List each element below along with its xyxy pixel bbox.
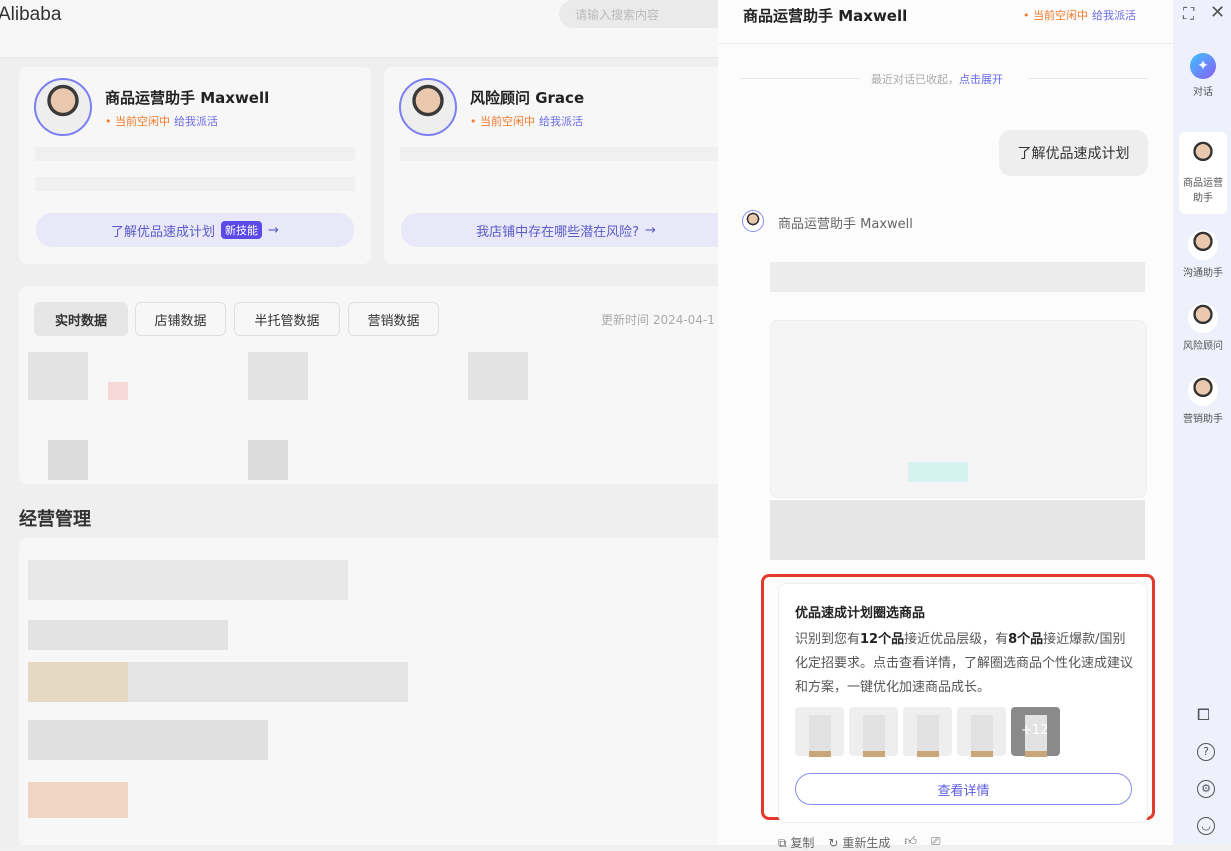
avatar bbox=[1188, 140, 1218, 170]
rail-agent-risk[interactable]: 风险顾问 bbox=[1179, 303, 1227, 352]
product-thumbnail[interactable] bbox=[957, 707, 1006, 757]
sparkle-icon: ✦ bbox=[1190, 53, 1216, 79]
card-body: 识别到您有12个品接近优品层级，有8个品接近爆款/国别化定招要求。点击查看详情，… bbox=[795, 632, 1134, 695]
copy-icon: ⧉ bbox=[778, 836, 787, 850]
rail-label: 风险顾问 bbox=[1183, 341, 1223, 352]
status-idle: • 当前空闲中 bbox=[470, 115, 535, 128]
chat-status: • 当前空闲中 给我派活 bbox=[1023, 7, 1136, 23]
rail-label: 对话 bbox=[1193, 87, 1213, 98]
bot-avatar bbox=[742, 210, 764, 232]
avatar bbox=[34, 78, 92, 136]
agent-status: • 当前空闲中 给我派活 bbox=[470, 113, 583, 129]
avatar bbox=[1188, 303, 1218, 333]
agent-name: 风险顾问 Grace bbox=[470, 89, 585, 107]
agent-card-grace: 风险顾问 Grace • 当前空闲中 给我派活 我店铺中存在哪些潜在风险? → bbox=[384, 67, 718, 264]
assign-link[interactable]: 给我派活 bbox=[539, 115, 583, 128]
product-thumbnail[interactable] bbox=[849, 707, 898, 757]
assign-link[interactable]: 给我派活 bbox=[1092, 9, 1136, 22]
rail-label: 营销助手 bbox=[1183, 414, 1223, 425]
chat-panel: 商品运营助手 Maxwell • 当前空闲中 给我派活 最近对话已收起，点击展开 … bbox=[718, 0, 1173, 850]
avatar bbox=[1188, 230, 1218, 260]
more-count: +12 bbox=[1021, 723, 1049, 738]
learn-plan-button[interactable]: 了解优品速成计划 新技能 → bbox=[36, 213, 354, 247]
bot-name: 商品运营助手 Maxwell bbox=[778, 217, 913, 232]
risk-question-button[interactable]: 我店铺中存在哪些潜在风险? → bbox=[401, 213, 718, 247]
view-details-button[interactable]: 查看详情 bbox=[795, 773, 1132, 805]
user-icon[interactable]: ◡ bbox=[1197, 817, 1215, 835]
rail-label: 商品运营助手 bbox=[1183, 178, 1223, 204]
agent-card-maxwell: 商品运营助手 Maxwell • 当前空闲中 给我派活 了解优品速成计划 新技能 → bbox=[19, 67, 371, 264]
chat-title: 商品运营助手 Maxwell bbox=[743, 7, 908, 25]
more-products-thumbnail[interactable]: +12 bbox=[1011, 707, 1060, 757]
main-page: Alibaba 请输入搜索内容 商品运营助手 Maxwell • 当前空闲中 给我… bbox=[0, 0, 718, 845]
fullscreen-icon[interactable]: ⛶ bbox=[1183, 4, 1194, 24]
collapsed-notice: 最近对话已收起，点击展开 bbox=[871, 73, 1003, 86]
tab-realtime[interactable]: 实时数据 bbox=[34, 302, 128, 336]
product-thumbnail[interactable] bbox=[795, 707, 844, 757]
thumbs-down-icon[interactable]: ⎚ bbox=[931, 834, 941, 851]
agent-status: • 当前空闲中 给我派活 bbox=[105, 113, 218, 129]
tab-store[interactable]: 店铺数据 bbox=[135, 302, 226, 336]
card-title: 优品速成计划圈选商品 bbox=[795, 606, 926, 621]
section-title: 经营管理 bbox=[19, 509, 91, 530]
new-skill-badge: 新技能 bbox=[221, 221, 263, 239]
rail-agent-communication[interactable]: 沟通助手 bbox=[1179, 230, 1227, 279]
expand-link[interactable]: 点击展开 bbox=[959, 73, 1003, 86]
update-time: 更新时间 2024-04-1 bbox=[601, 313, 715, 327]
settings-icon[interactable]: ⚙ bbox=[1197, 780, 1215, 798]
assign-link[interactable]: 给我派活 bbox=[174, 115, 218, 128]
plugin-icon[interactable]: ⧠ bbox=[1197, 705, 1210, 725]
top-bar: Alibaba 请输入搜索内容 bbox=[0, 0, 718, 58]
search-input[interactable]: 请输入搜索内容 bbox=[559, 0, 718, 28]
agent-name: 商品运营助手 Maxwell bbox=[105, 89, 270, 107]
rail-agent-product-ops[interactable]: 商品运营助手 bbox=[1179, 132, 1227, 214]
user-message: 了解优品速成计划 bbox=[999, 130, 1148, 176]
copy-button[interactable]: ⧉ 复制 bbox=[778, 834, 814, 851]
arrow-right-icon: → bbox=[645, 222, 656, 238]
status-idle: • 当前空闲中 bbox=[105, 115, 170, 128]
rail-agent-marketing[interactable]: 营销助手 bbox=[1179, 376, 1227, 425]
status-idle: • 当前空闲中 bbox=[1023, 9, 1088, 22]
button-label: 我店铺中存在哪些潜在风险? bbox=[476, 224, 639, 240]
refresh-icon: ↻ bbox=[828, 836, 839, 850]
rail-chat[interactable]: ✦ 对话 bbox=[1179, 53, 1227, 98]
close-icon[interactable]: ✕ bbox=[1210, 2, 1225, 23]
product-thumbnail[interactable] bbox=[903, 707, 952, 757]
rail-label: 沟通助手 bbox=[1183, 268, 1223, 279]
thumbs-up-icon[interactable]: 👍︎ bbox=[904, 834, 917, 851]
message-actions: ⧉ 复制 ↻ 重新生成 👍︎ ⎚ bbox=[778, 834, 940, 851]
tab-marketing[interactable]: 营销数据 bbox=[348, 302, 439, 336]
arrow-right-icon: → bbox=[268, 222, 279, 238]
help-icon[interactable]: ? bbox=[1197, 743, 1215, 761]
tab-semi-managed[interactable]: 半托管数据 bbox=[234, 302, 340, 336]
avatar bbox=[399, 78, 457, 136]
avatar bbox=[1188, 376, 1218, 406]
logo: Alibaba bbox=[0, 4, 62, 25]
button-label: 了解优品速成计划 bbox=[111, 224, 216, 240]
regenerate-button[interactable]: ↻ 重新生成 bbox=[828, 834, 890, 851]
